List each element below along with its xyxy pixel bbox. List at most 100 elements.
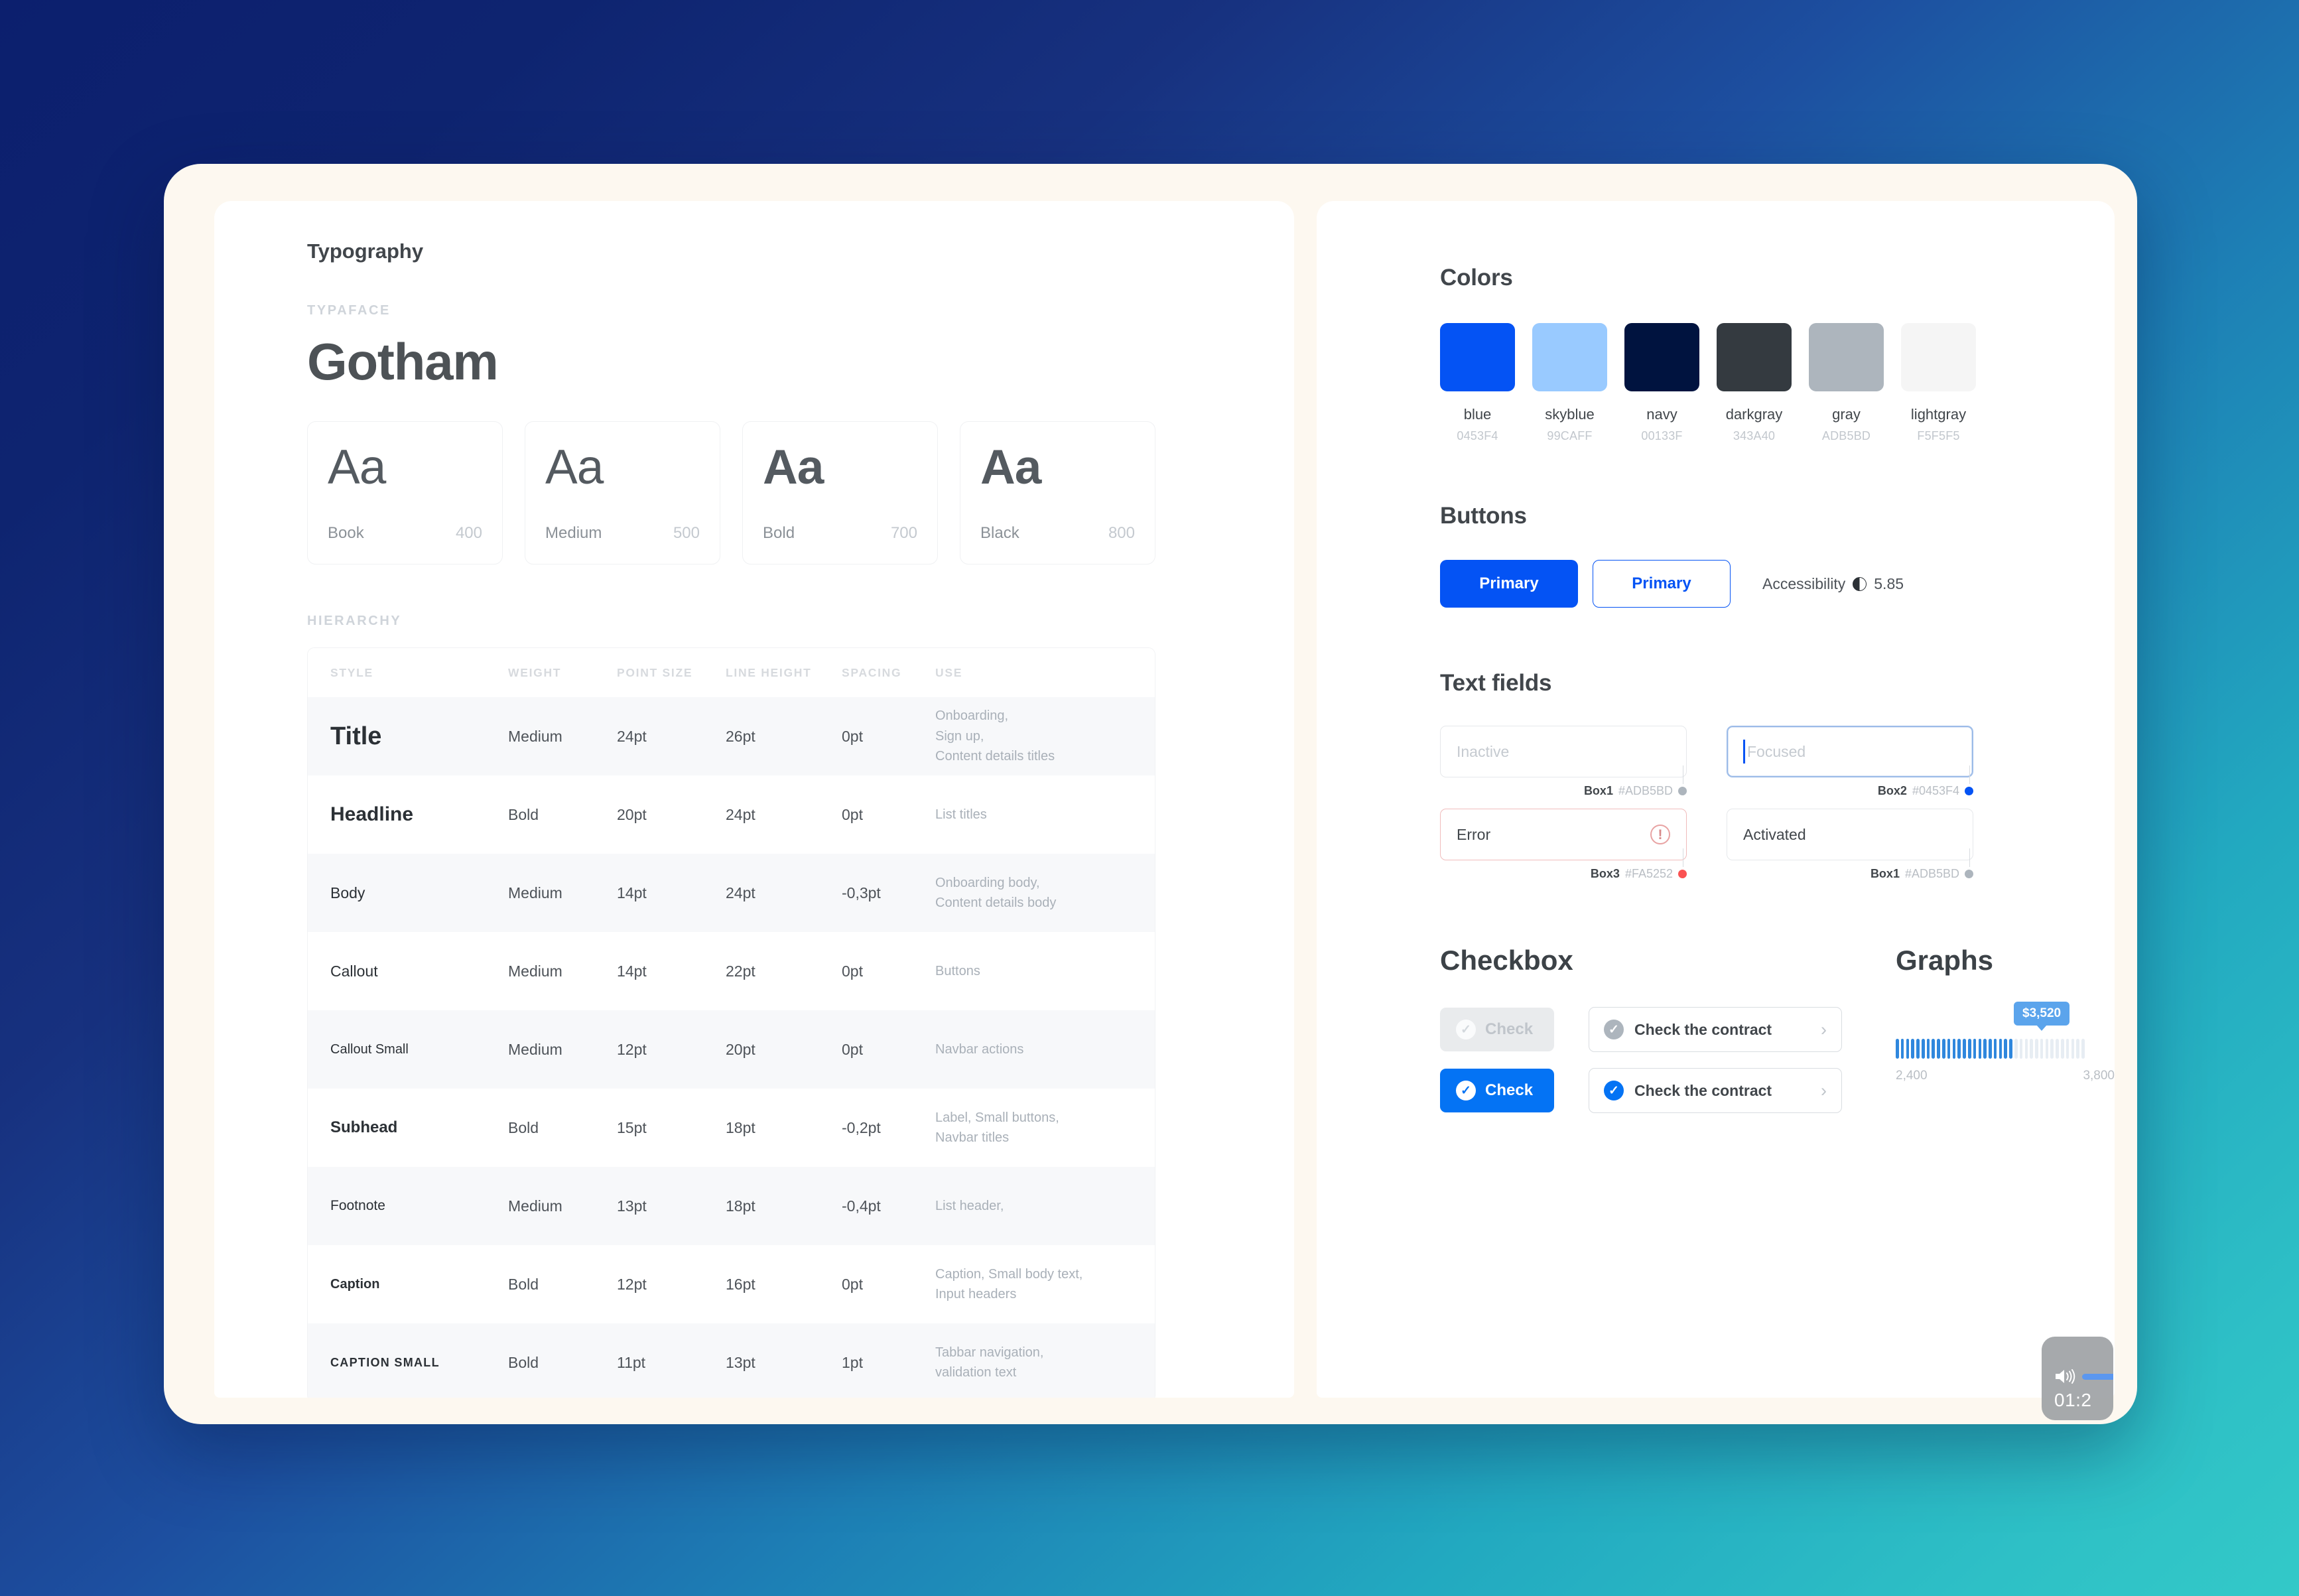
- volume-control[interactable]: [2054, 1367, 2113, 1386]
- meta-hex: #ADB5BD: [1618, 784, 1673, 797]
- chevron-right-icon[interactable]: ›: [1821, 1081, 1827, 1100]
- typeface-name: Gotham: [307, 332, 499, 391]
- text-field-value: Focused: [1747, 742, 1806, 760]
- column-header-point-size: POINT SIZE: [617, 665, 693, 679]
- row-spacing: 0pt: [842, 805, 863, 823]
- row-weight: Bold: [508, 1353, 539, 1371]
- check-icon: ✓: [1604, 1081, 1624, 1100]
- meta-hex: #ADB5BD: [1904, 867, 1959, 880]
- checkbox-pill-unchecked[interactable]: ✓ Check: [1440, 1008, 1554, 1051]
- row-line-height: 18pt: [726, 1118, 755, 1136]
- color-swatch-lightgray[interactable]: lightgray F5F5F5: [1901, 323, 1976, 443]
- checkbox-grid: ✓ Check ✓ Check the contract › ✓ Check ✓…: [1440, 1007, 1865, 1113]
- color-swatch-skyblue[interactable]: skyblue 99CAFF: [1532, 323, 1607, 443]
- graph-tick: [1937, 1039, 1940, 1059]
- color-swatch-darkgray[interactable]: darkgray 343A40: [1717, 323, 1792, 443]
- weight-card-bold[interactable]: Aa Bold 700: [742, 421, 938, 565]
- row-weight: Bold: [508, 1275, 539, 1293]
- text-caret: [1743, 740, 1745, 764]
- colors-heading: Colors: [1440, 265, 1513, 291]
- accessibility-value: 5.85: [1874, 574, 1904, 592]
- meta-label: Box3: [1590, 867, 1620, 880]
- graph-tick: [1989, 1039, 1992, 1059]
- weight-card-medium[interactable]: Aa Medium 500: [525, 421, 720, 565]
- meta-dot: [1678, 870, 1687, 878]
- speaker-volume-icon[interactable]: [2054, 1367, 2076, 1386]
- swatch-hex: 0453F4: [1457, 429, 1498, 442]
- panels-container: Typography TYPAFACE Gotham Aa Book 400 A…: [214, 201, 2115, 1398]
- table-row: Footnote Medium 13pt 18pt -0,4pt List he…: [308, 1167, 1155, 1245]
- color-swatch-blue[interactable]: blue 0453F4: [1440, 323, 1515, 443]
- checkbox-row-checked[interactable]: ✓ Check the contract ›: [1589, 1068, 1842, 1113]
- weight-value: 800: [1108, 524, 1135, 542]
- graph-tick: [2040, 1039, 2044, 1059]
- graph-tick: [1926, 1039, 1930, 1059]
- bottom-row: Checkbox ✓ Check ✓ Check the contract ›: [1440, 945, 2115, 1113]
- text-field-focused[interactable]: Focused: [1727, 726, 1973, 777]
- contrast-icon: [1853, 576, 1867, 591]
- chevron-right-icon[interactable]: ›: [1821, 1020, 1827, 1039]
- row-style-name: CAPTION SMALL: [330, 1355, 440, 1369]
- row-weight: Medium: [508, 727, 562, 745]
- leader-line: [1969, 765, 1970, 784]
- swatch-hex: ADB5BD: [1821, 429, 1871, 442]
- column-header-weight: WEIGHT: [508, 665, 562, 679]
- text-field-focused-wrap: Focused Box2 #0453F4: [1727, 726, 1973, 798]
- checkbox-heading: Checkbox: [1440, 945, 1573, 976]
- table-row: Headline Bold 20pt 24pt 0pt List titles: [308, 775, 1155, 854]
- checkbox-pill-checked[interactable]: ✓ Check: [1440, 1069, 1554, 1112]
- text-field-error[interactable]: Error !: [1440, 809, 1687, 860]
- row-line-height: 24pt: [726, 805, 755, 823]
- weight-sample-glyph: Aa: [980, 440, 1041, 494]
- row-weight: Medium: [508, 962, 562, 980]
- row-use: Tabbar navigation, validation text: [935, 1345, 1044, 1380]
- row-line-height: 22pt: [726, 962, 755, 980]
- table-row: CAPTION SMALL Bold 11pt 13pt 1pt Tabbar …: [308, 1323, 1155, 1398]
- color-swatch-navy[interactable]: navy 00133F: [1624, 323, 1699, 443]
- meta-label: Box1: [1870, 867, 1900, 880]
- text-field-meta: Box1 #ADB5BD: [1727, 848, 1973, 881]
- graph-tick: [2050, 1039, 2054, 1059]
- graph-axis: 2,400 3,800: [1896, 1069, 2115, 1083]
- row-point-size: 12pt: [617, 1040, 647, 1058]
- checkbox-column: Checkbox ✓ Check ✓ Check the contract ›: [1440, 945, 1865, 1113]
- meta-hex: #FA5252: [1624, 867, 1673, 880]
- graph-tick: [1906, 1039, 1910, 1059]
- swatch-name: navy: [1646, 406, 1677, 423]
- volume-slider[interactable]: [2082, 1373, 2113, 1380]
- typeface-eyebrow: TYPAFACE: [307, 303, 391, 318]
- swatch-chip: [1717, 323, 1792, 391]
- text-field-inactive-wrap: Inactive Box1 #ADB5BD: [1440, 726, 1687, 798]
- weight-card-book[interactable]: Aa Book 400: [307, 421, 503, 565]
- swatch-hex: 343A40: [1733, 429, 1776, 442]
- row-style-name: Subhead: [330, 1118, 398, 1136]
- primary-outline-button[interactable]: Primary: [1593, 560, 1731, 608]
- range-graph[interactable]: $3,520 2,400 3,800: [1896, 1002, 2115, 1083]
- text-field-meta: Box2 #0453F4: [1727, 765, 1973, 798]
- color-swatch-gray[interactable]: gray ADB5BD: [1809, 323, 1884, 443]
- video-player-overlay[interactable]: 01:2: [2042, 1337, 2113, 1420]
- weight-card-black[interactable]: Aa Black 800: [960, 421, 1155, 565]
- typography-panel: Typography TYPAFACE Gotham Aa Book 400 A…: [214, 201, 1294, 1398]
- text-field-inactive[interactable]: Inactive: [1440, 726, 1687, 777]
- row-point-size: 15pt: [617, 1118, 647, 1136]
- row-weight: Medium: [508, 884, 562, 901]
- graph-tick: [2071, 1039, 2075, 1059]
- row-use: Caption, Small body text, Input headers: [935, 1266, 1083, 1301]
- graph-tick: [1952, 1039, 1956, 1059]
- graph-tick: [2081, 1039, 2085, 1059]
- primary-filled-button[interactable]: Primary: [1440, 560, 1578, 608]
- checkbox-row-unchecked[interactable]: ✓ Check the contract ›: [1589, 1007, 1842, 1052]
- row-use: List titles: [935, 807, 987, 822]
- meta-label: Box1: [1583, 784, 1613, 797]
- row-line-height: 26pt: [726, 727, 755, 745]
- leader-line: [1969, 848, 1970, 867]
- row-point-size: 14pt: [617, 962, 647, 980]
- graph-tick-track[interactable]: [1896, 1037, 2115, 1060]
- row-spacing: -0,4pt: [842, 1197, 881, 1215]
- graph-tick: [1993, 1039, 1997, 1059]
- meta-hex: #0453F4: [1912, 784, 1959, 797]
- checkbox-pill-label: Check: [1485, 1081, 1534, 1099]
- column-header-use: USE: [935, 665, 963, 679]
- text-field-activated[interactable]: Activated: [1727, 809, 1973, 860]
